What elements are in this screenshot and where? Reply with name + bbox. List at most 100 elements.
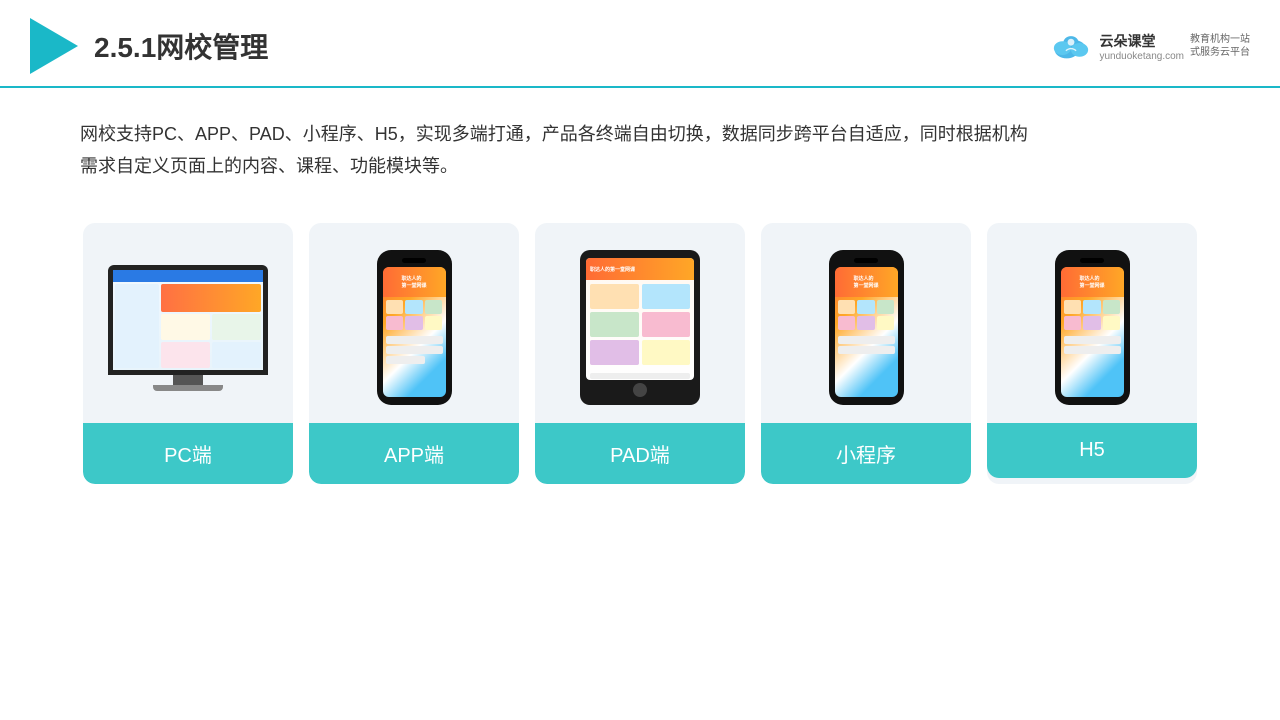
phone-list-item bbox=[386, 346, 443, 354]
tablet-screen: 职达人的第一堂网课 bbox=[586, 258, 694, 380]
phone-mini-grid-item bbox=[877, 300, 895, 314]
phone-mini-grid-item bbox=[857, 300, 875, 314]
phone-mini-grid-item bbox=[877, 316, 895, 330]
phone-h5-grid-item bbox=[1064, 316, 1082, 330]
phone-grid-item bbox=[386, 316, 404, 330]
phone-h5-banner: 职达人的第一堂网课 bbox=[1061, 267, 1124, 297]
logo-triangle-icon bbox=[30, 18, 78, 74]
tablet-top-bar: 职达人的第一堂网课 bbox=[586, 258, 694, 280]
pc-grid-item bbox=[212, 342, 261, 368]
phone-list-item bbox=[386, 356, 426, 364]
phone-screen: 职达人的第一堂网课 bbox=[383, 267, 446, 397]
header-right: 云朵课堂 yunduoketang.com 教育机构一站 式服务云平台 bbox=[1049, 31, 1250, 62]
phone-list-item bbox=[386, 336, 443, 344]
phone-grid-item bbox=[405, 300, 423, 314]
phone-mini-grid bbox=[835, 297, 898, 333]
phone-grid-item bbox=[425, 300, 443, 314]
pc-top-bar bbox=[113, 270, 263, 282]
tablet-list bbox=[586, 369, 694, 380]
pc-grid bbox=[161, 314, 261, 368]
pc-grid-item bbox=[212, 314, 261, 340]
tablet-mockup: 职达人的第一堂网课 bbox=[580, 250, 700, 405]
pc-stand bbox=[173, 375, 203, 385]
phone-app-mockup: 职达人的第一堂网课 bbox=[377, 250, 452, 405]
phone-mini-screen: 职达人的第一堂网课 bbox=[835, 267, 898, 397]
phone-notch bbox=[402, 258, 426, 263]
pc-grid-item bbox=[161, 314, 210, 340]
card-app: 职达人的第一堂网课 bbox=[309, 223, 519, 484]
phone-grid-item bbox=[425, 316, 443, 330]
phone-mini-banner: 职达人的第一堂网课 bbox=[835, 267, 898, 297]
card-miniprogram-label: 小程序 bbox=[761, 423, 971, 484]
card-pad-label: PAD端 bbox=[535, 423, 745, 484]
description-text-2: 需求自定义页面上的内容、课程、功能模块等。 bbox=[80, 150, 1200, 182]
phone-h5-list-item bbox=[1064, 336, 1121, 344]
phone-h5-grid-item bbox=[1083, 316, 1101, 330]
pc-banner bbox=[161, 284, 261, 312]
phone-mini-grid-item bbox=[838, 300, 856, 314]
tablet-screen-content: 职达人的第一堂网课 bbox=[586, 258, 694, 380]
phone-h5-screen: 职达人的第一堂网课 bbox=[1061, 267, 1124, 397]
pc-mockup bbox=[103, 265, 273, 391]
phone-h5-grid-item bbox=[1103, 300, 1121, 314]
cards-container: PC端 职达人的第一堂网课 bbox=[0, 203, 1280, 484]
phone-mini-grid-item bbox=[857, 316, 875, 330]
pc-base bbox=[153, 385, 223, 391]
brand-text: 云朵课堂 bbox=[1099, 31, 1184, 51]
description: 网校支持PC、APP、PAD、小程序、H5，实现多端打通，产品各终端自由切换，数… bbox=[0, 88, 1280, 203]
card-pc-image bbox=[83, 223, 293, 423]
phone-h5-grid-item bbox=[1103, 316, 1121, 330]
pc-screen-outer bbox=[108, 265, 268, 375]
phone-grid-item bbox=[405, 316, 423, 330]
description-text: 网校支持PC、APP、PAD、小程序、H5，实现多端打通，产品各终端自由切换，数… bbox=[80, 118, 1200, 150]
pc-grid-item bbox=[161, 342, 210, 368]
brand-name: 云朵课堂 yunduoketang.com bbox=[1099, 31, 1184, 62]
phone-grid bbox=[383, 297, 446, 333]
tablet-grid-item bbox=[642, 284, 691, 309]
card-app-label: APP端 bbox=[309, 423, 519, 484]
tablet-grid-item bbox=[590, 340, 639, 365]
phone-h5-grid-item bbox=[1064, 300, 1082, 314]
tablet-grid-item bbox=[590, 284, 639, 309]
card-miniprogram: 职达人的第一堂网课 小程序 bbox=[761, 223, 971, 484]
brand-subtitle: 教育机构一站 式服务云平台 bbox=[1190, 33, 1250, 59]
phone-mini-list bbox=[835, 333, 898, 357]
card-pc-label: PC端 bbox=[83, 423, 293, 484]
phone-h5-list-item bbox=[1064, 346, 1121, 354]
card-app-image: 职达人的第一堂网课 bbox=[309, 223, 519, 423]
header: 2.5.1网校管理 云朵课堂 yunduoketang.com 教育机构一站 式… bbox=[0, 0, 1280, 88]
card-pc: PC端 bbox=[83, 223, 293, 484]
phone-h5-mockup: 职达人的第一堂网课 bbox=[1055, 250, 1130, 405]
page-title: 2.5.1网校管理 bbox=[94, 26, 268, 66]
header-left: 2.5.1网校管理 bbox=[30, 18, 268, 74]
phone-h5-grid bbox=[1061, 297, 1124, 333]
tablet-banner-text: 职达人的第一堂网课 bbox=[590, 266, 635, 273]
phone-banner: 职达人的第一堂网课 bbox=[383, 267, 446, 297]
card-h5: 职达人的第一堂网课 H5 bbox=[987, 223, 1197, 484]
card-pad-image: 职达人的第一堂网课 bbox=[535, 223, 745, 423]
tablet-grid bbox=[586, 280, 694, 369]
pc-screen-content bbox=[113, 270, 263, 370]
pc-sidebar bbox=[115, 284, 159, 368]
cloud-icon bbox=[1049, 31, 1093, 61]
tablet-list-item bbox=[590, 373, 690, 379]
card-h5-image: 职达人的第一堂网课 bbox=[987, 223, 1197, 423]
brand-logo: 云朵课堂 yunduoketang.com 教育机构一站 式服务云平台 bbox=[1049, 31, 1250, 62]
brand-url: yunduoketang.com bbox=[1099, 51, 1184, 62]
card-miniprogram-image: 职达人的第一堂网课 bbox=[761, 223, 971, 423]
tablet-home-button bbox=[633, 383, 647, 397]
card-h5-label: H5 bbox=[987, 423, 1197, 478]
phone-mini-mockup: 职达人的第一堂网课 bbox=[829, 250, 904, 405]
phone-h5-grid-item bbox=[1083, 300, 1101, 314]
tablet-grid-item bbox=[642, 312, 691, 337]
phone-mini-grid-item bbox=[838, 316, 856, 330]
tablet-grid-item bbox=[642, 340, 691, 365]
phone-list bbox=[383, 333, 446, 367]
tablet-grid-item bbox=[590, 312, 639, 337]
card-pad: 职达人的第一堂网课 bbox=[535, 223, 745, 484]
phone-grid-item bbox=[386, 300, 404, 314]
pc-main bbox=[161, 284, 261, 368]
phone-mini-list-item bbox=[838, 346, 895, 354]
pc-layout bbox=[113, 282, 263, 370]
phone-h5-list bbox=[1061, 333, 1124, 357]
